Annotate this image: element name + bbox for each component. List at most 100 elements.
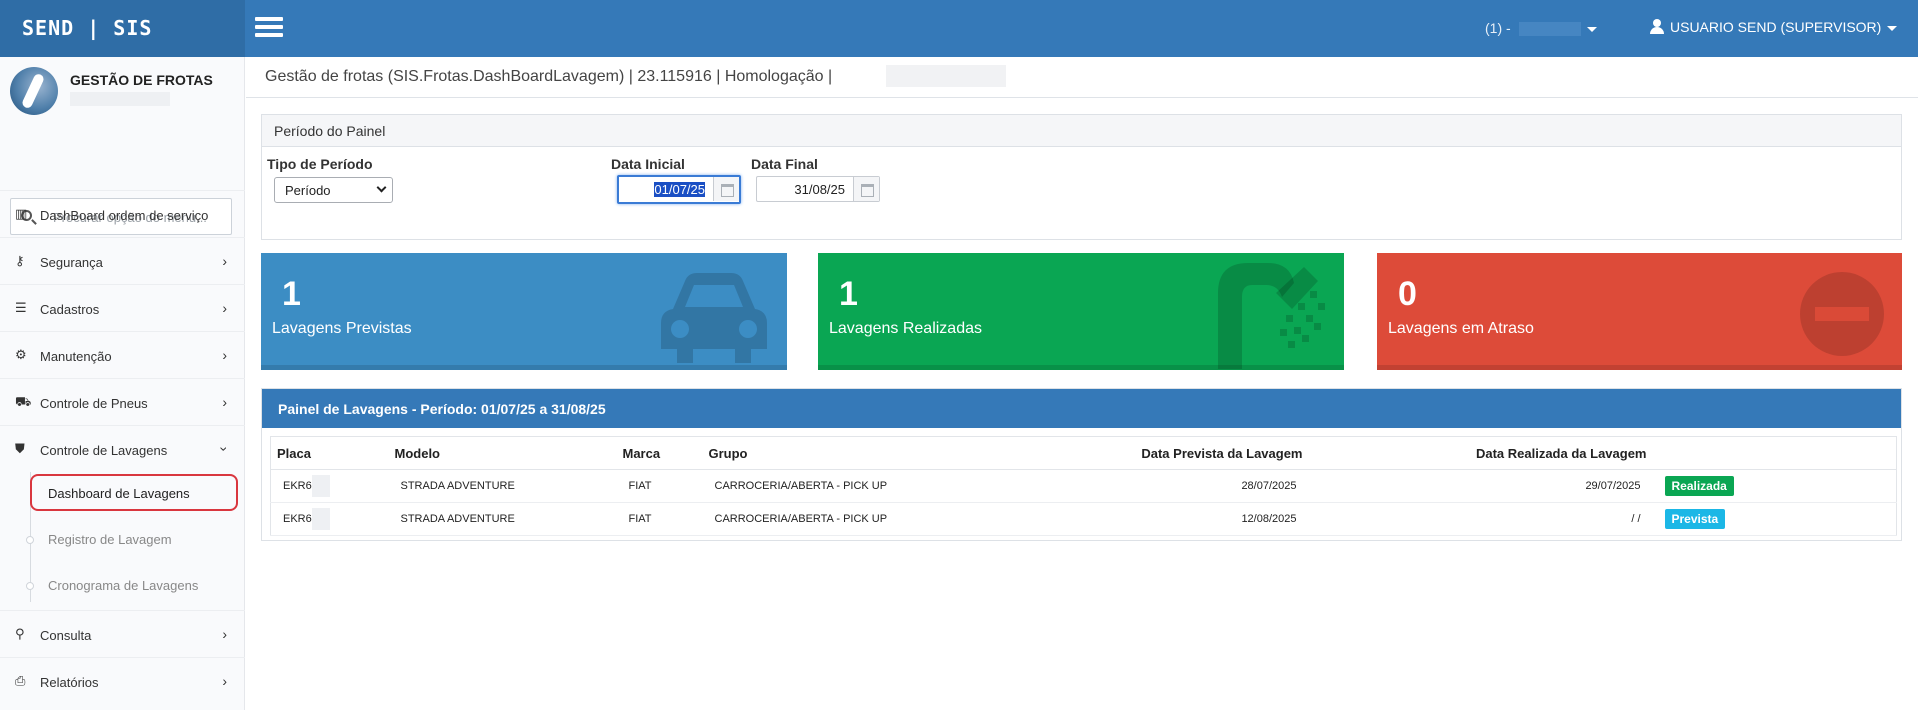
tipo-periodo-label: Tipo de Período	[267, 156, 373, 172]
col-grupo[interactable]: Grupo	[702, 436, 958, 470]
sidebar-menu: ▥ DashBoard ordem de serviço ⚷ Segurança…	[0, 190, 245, 704]
logo-icon	[10, 67, 58, 115]
stat-footer	[1377, 365, 1902, 370]
chevron-down-icon: ›	[216, 446, 233, 452]
minus-circle-icon	[1800, 272, 1884, 356]
stat-lavagens-previstas: 1 Lavagens Previstas	[261, 253, 787, 370]
stat-lavagens-atraso: 0 Lavagens em Atraso	[1377, 253, 1902, 370]
sidebar-item-relatorios[interactable]: ⎙ Relatórios ›	[0, 657, 245, 704]
sidebar-item-controle-pneus[interactable]: ⛟ Controle de Pneus ›	[0, 378, 245, 425]
lavagens-panel-title: Painel de Lavagens - Período: 01/07/25 a…	[262, 389, 1901, 428]
submenu-item-label: Cronograma de Lavagens	[48, 578, 199, 593]
stat-value: 0	[1398, 275, 1417, 313]
cell-marca: FIAT	[616, 469, 703, 503]
cell-marca: FIAT	[616, 502, 703, 536]
tipo-periodo-select[interactable]: Período	[274, 177, 393, 203]
cell-grupo: CARROCERIA/ABERTA - PICK UP	[702, 502, 958, 536]
col-data-realizada[interactable]: Data Realizada da Lavagem	[1308, 436, 1653, 470]
tipo-periodo-value: Período	[285, 183, 331, 198]
sidebar-item-label: Relatórios	[40, 675, 99, 690]
stat-label: Lavagens Previstas	[272, 320, 412, 337]
cell-status: Prevista	[1652, 502, 1897, 536]
col-data-prevista[interactable]: Data Prevista da Lavagem	[957, 436, 1309, 470]
data-inicial-input[interactable]: 01/07/25	[617, 175, 741, 204]
car-icon	[661, 273, 767, 363]
data-final-label: Data Final	[751, 156, 818, 172]
key-icon: ⚷	[15, 253, 25, 268]
page-header: Gestão de frotas (SIS.Frotas.DashBoardLa…	[246, 57, 1918, 98]
cell-data-realizada: 29/07/2025	[1308, 469, 1653, 503]
periodo-panel: Período do Painel Tipo de Período Períod…	[261, 114, 1902, 240]
data-final-input[interactable]: 31/08/25	[756, 176, 880, 202]
data-inicial-value: 01/07/25	[654, 182, 705, 197]
company-selector[interactable]: (1) -	[1485, 20, 1597, 37]
sidebar-item-controle-lavagens[interactable]: ⛊ Controle de Lavagens ›	[0, 425, 245, 472]
cell-grupo: CARROCERIA/ABERTA - PICK UP	[702, 469, 958, 503]
cell-placa: EKR6	[270, 502, 389, 536]
module-title: GESTÃO DE FROTAS	[70, 72, 213, 88]
user-icon	[1650, 19, 1664, 34]
caret-down-icon	[1887, 25, 1898, 31]
col-placa[interactable]: Placa	[270, 436, 389, 470]
cell-modelo: STRADA ADVENTURE	[388, 469, 617, 503]
chevron-right-icon: ›	[222, 253, 227, 269]
stat-footer	[818, 365, 1344, 370]
table-row[interactable]: EKR6 STRADA ADVENTURE FIAT CARROCERIA/AB…	[270, 502, 1897, 536]
stat-value: 1	[282, 275, 301, 313]
truck-icon: ⛟	[15, 394, 32, 409]
stat-label: Lavagens Realizadas	[829, 320, 982, 337]
submenu-item-registro-lavagem[interactable]: Registro de Lavagem	[0, 518, 245, 564]
calendar-icon[interactable]	[853, 177, 879, 201]
bar-chart-icon: ▥	[15, 206, 28, 221]
chevron-right-icon: ›	[222, 300, 227, 316]
sidebar-item-label: Segurança	[40, 255, 103, 270]
chevron-right-icon: ›	[222, 673, 227, 689]
top-navbar: SEND | SIS (1) - USUARIO SEND (SUPERVISO…	[0, 0, 1918, 57]
cell-data-prevista: 28/07/2025	[957, 469, 1309, 503]
cell-status: Realizada	[1652, 469, 1897, 503]
sidebar-item-consulta[interactable]: ⚲ Consulta ›	[0, 610, 245, 657]
submenu-item-dashboard-lavagens[interactable]: Dashboard de Lavagens	[0, 472, 245, 518]
submenu-item-label: Dashboard de Lavagens	[48, 486, 190, 501]
submenu-item-cronograma-lavagens[interactable]: Cronograma de Lavagens	[0, 564, 245, 610]
brand-logo[interactable]: SEND | SIS	[0, 0, 245, 57]
chevron-right-icon: ›	[222, 347, 227, 363]
status-badge: Realizada	[1664, 476, 1734, 496]
submenu-lavagens: Dashboard de Lavagens Registro de Lavage…	[0, 472, 245, 610]
page-title: Gestão de frotas (SIS.Frotas.DashBoardLa…	[265, 68, 833, 85]
sidebar-item-seguranca[interactable]: ⚷ Segurança ›	[0, 237, 245, 284]
company-name-redacted	[1518, 22, 1581, 37]
cell-data-realizada: / /	[1308, 502, 1653, 536]
plate-redacted	[311, 475, 330, 497]
cell-data-prevista: 12/08/2025	[957, 502, 1309, 536]
chevron-down-icon	[376, 182, 387, 193]
periodo-panel-title: Período do Painel	[262, 115, 1901, 147]
module-subtitle-redacted	[70, 92, 170, 106]
table-row[interactable]: EKR6 STRADA ADVENTURE FIAT CARROCERIA/AB…	[270, 469, 1897, 503]
col-status	[1652, 436, 1897, 470]
calendar-icon[interactable]	[713, 177, 739, 201]
status-badge: Prevista	[1664, 509, 1726, 529]
cogs-icon: ⚙	[15, 347, 27, 362]
sidebar-item-manutencao[interactable]: ⚙ Manutenção ›	[0, 331, 245, 378]
col-modelo[interactable]: Modelo	[388, 436, 617, 470]
sidebar-item-cadastros[interactable]: ☰ Cadastros ›	[0, 284, 245, 331]
col-marca[interactable]: Marca	[616, 436, 703, 470]
environment-redacted	[886, 65, 1006, 87]
sidebar-item-dashboard-os[interactable]: ▥ DashBoard ordem de serviço	[0, 190, 245, 237]
table-header-row: Placa Modelo Marca Grupo Data Prevista d…	[270, 436, 1897, 470]
company-logo	[10, 67, 58, 115]
search-icon: ⚲	[15, 626, 25, 641]
lavagens-table: Placa Modelo Marca Grupo Data Prevista d…	[270, 436, 1897, 536]
sidebar-item-label: Consulta	[40, 628, 92, 643]
menu-toggle-icon[interactable]	[255, 17, 283, 39]
data-final-value: 31/08/25	[794, 182, 845, 197]
stat-value: 1	[839, 275, 858, 313]
sidebar-item-label: Controle de Pneus	[40, 396, 148, 411]
chevron-right-icon: ›	[222, 394, 227, 410]
shower-icon	[1218, 263, 1325, 369]
sidebar-item-label: Cadastros	[40, 302, 100, 317]
chevron-right-icon: ›	[222, 626, 227, 642]
user-menu[interactable]: USUARIO SEND (SUPERVISOR)	[1650, 19, 1898, 35]
stat-footer	[261, 365, 787, 370]
